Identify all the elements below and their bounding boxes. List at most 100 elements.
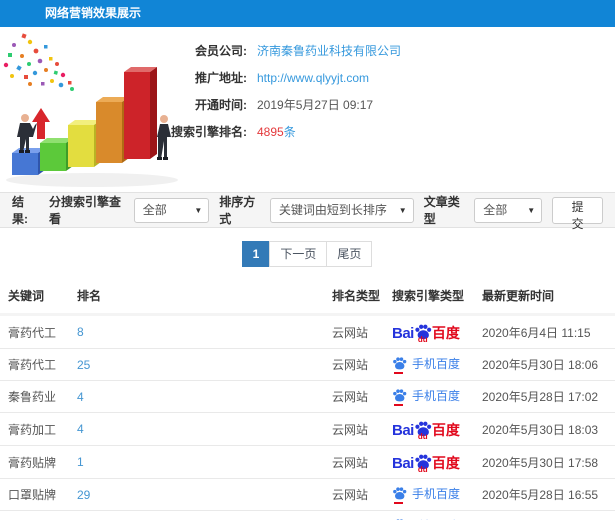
header-rank: 排名 bbox=[77, 279, 332, 316]
update-time-cell: 2020年5月28日 17:02 bbox=[482, 380, 615, 413]
rank-link[interactable]: 29 bbox=[77, 478, 332, 511]
engine-type-cell: Bai du 百度 bbox=[392, 314, 482, 349]
rank-unit-link[interactable]: 条 bbox=[284, 125, 296, 139]
page-title: 网络营销效果展示 bbox=[45, 6, 142, 20]
update-time-cell: 2020年5月30日 18:03 bbox=[482, 412, 615, 446]
table-row: 膏药代工 8 云网站 Bai du 百度 2020年6月4日 11:15 bbox=[0, 314, 615, 349]
member-info: 会员公司: 济南秦鲁药业科技有限公司 推广地址: http://www.qlyy… bbox=[157, 38, 401, 146]
open-time-value: 2019年5月27日 09:17 bbox=[257, 98, 374, 112]
result-label: 结果: bbox=[12, 195, 28, 226]
rank-link[interactable]: 25 bbox=[77, 348, 332, 381]
chevron-down-icon: ▼ bbox=[398, 205, 407, 215]
header-engine-type: 搜索引擎类型 bbox=[392, 279, 482, 316]
rank-link[interactable]: 1 bbox=[77, 445, 332, 479]
up-arrow bbox=[32, 108, 50, 139]
rank-type-cell: 云网站 bbox=[332, 445, 392, 479]
chevron-down-icon: ▼ bbox=[194, 205, 203, 215]
engine-type-cell: 手机百度 bbox=[392, 510, 482, 520]
page-header: 网络营销效果展示 bbox=[0, 0, 615, 27]
keyword-cell: 膏药代工 bbox=[0, 314, 77, 349]
table-row: 秦鲁药业 4 云网站 手机百度 2020年5月28日 17:02 bbox=[0, 380, 615, 413]
update-time-cell: 2020年5月28日 16:55 bbox=[482, 478, 615, 511]
rank-link[interactable]: 4 bbox=[77, 412, 332, 446]
rank-type-cell: 云网站 bbox=[332, 380, 392, 413]
keyword-cell: 膏药加工 bbox=[0, 412, 77, 446]
rank-link[interactable]: 17,25 bbox=[77, 510, 332, 520]
page-current[interactable]: 1 bbox=[241, 241, 271, 267]
keyword-cell: 秦鲁药业 bbox=[0, 380, 77, 413]
rank-type-cell: 云网站 bbox=[332, 348, 392, 381]
bar-chart-illustration bbox=[3, 33, 178, 187]
engine-rank-row: 搜索引擎排名: 4895条 bbox=[157, 119, 401, 146]
mobile-baidu-underline bbox=[394, 404, 403, 406]
baidu-logo-cn: 百度 bbox=[431, 325, 460, 341]
header-update-time: 最新更新时间 bbox=[482, 279, 615, 316]
update-time-cell: 2020年5月30日 17:58 bbox=[482, 445, 615, 479]
sort-selected: 关键词由短到长排序 bbox=[278, 202, 387, 217]
baidu-logo-bai: Bai bbox=[392, 454, 414, 472]
company-link[interactable]: 济南秦鲁药业科技有限公司 bbox=[257, 38, 401, 65]
sort-label: 排序方式 bbox=[219, 195, 256, 226]
rank-type-cell: 云网站 bbox=[332, 510, 392, 520]
bar-red bbox=[124, 67, 157, 159]
engine-view-select[interactable]: 全部 ▼ bbox=[133, 197, 210, 223]
header-keyword: 关键词 bbox=[0, 279, 77, 316]
rank-type-cell: 云网站 bbox=[332, 412, 392, 446]
baidu-logo-cn: 百度 bbox=[431, 422, 460, 438]
engine-type-cell: Bai du 百度 bbox=[392, 412, 482, 446]
baidu-paw-icon bbox=[393, 357, 407, 370]
keyword-cell: 膏药贴牌 bbox=[0, 445, 77, 479]
pagination: 1 下一页 尾页 bbox=[0, 228, 615, 279]
engine-type-cell: 手机百度 bbox=[392, 380, 482, 413]
baidu-paw-icon bbox=[393, 487, 407, 500]
sort-select[interactable]: 关键词由短到长排序 ▼ bbox=[269, 197, 414, 223]
rank-link[interactable]: 4 bbox=[77, 380, 332, 413]
baidu-logo-bai: Bai bbox=[392, 324, 414, 342]
chevron-down-icon: ▼ bbox=[527, 205, 536, 215]
page-next[interactable]: 下一页 bbox=[269, 241, 328, 267]
mobile-baidu-label: 手机百度 bbox=[412, 357, 461, 371]
confetti-dots bbox=[3, 33, 74, 91]
table-row: 膏药加工 4 云网站 Bai du 百度 2020年5月30日 18:03 bbox=[0, 412, 615, 446]
engine-type-cell: Bai du 百度 bbox=[392, 445, 482, 479]
filter-controls: 分搜索引擎查看 全部 ▼ 排序方式 关键词由短到长排序 ▼ 文章类型 全部 ▼ … bbox=[39, 193, 603, 231]
table-header-row: 关键词 排名 排名类型 搜索引擎类型 最新更新时间 bbox=[0, 279, 615, 316]
engine-type-cell: 手机百度 bbox=[392, 478, 482, 511]
baidu-logo-du: du bbox=[417, 432, 428, 441]
open-time-label: 开通时间: bbox=[195, 98, 247, 112]
table-row: 金华防护服17,25云网站 手机百度2020年6月20日 09:25 bbox=[0, 510, 615, 520]
table-row: 口罩贴牌 29 云网站 手机百度 2020年5月28日 16:55 bbox=[0, 478, 615, 511]
rank-link[interactable]: 8 bbox=[77, 314, 332, 349]
mobile-baidu-label: 手机百度 bbox=[412, 487, 461, 501]
article-type-selected: 全部 bbox=[483, 202, 508, 217]
engine-type-cell: 手机百度 bbox=[392, 348, 482, 381]
page-last[interactable]: 尾页 bbox=[326, 241, 373, 267]
rank-type-cell: 云网站 bbox=[332, 478, 392, 511]
update-time-cell: 2020年6月20日 09:25 bbox=[482, 510, 615, 520]
table-row: 膏药贴牌 1 云网站 Bai du 百度 2020年5月30日 17:58 bbox=[0, 445, 615, 479]
info-section: 会员公司: 济南秦鲁药业科技有限公司 推广地址: http://www.qlyy… bbox=[0, 27, 615, 192]
results-table: 关键词 排名 排名类型 搜索引擎类型 最新更新时间 膏药代工 8 云网站 Bai du… bbox=[0, 279, 615, 520]
baidu-logo-bai: Bai bbox=[392, 421, 414, 439]
promo-url-link[interactable]: http://www.qlyyjt.com bbox=[257, 65, 369, 92]
baidu-logo-du: du bbox=[417, 335, 428, 344]
keyword-cell: 金华防护服 bbox=[0, 510, 77, 520]
mobile-baidu-underline bbox=[394, 372, 403, 374]
mobile-baidu-label: 手机百度 bbox=[412, 389, 461, 403]
submit-button[interactable]: 提交 bbox=[552, 196, 603, 231]
rank-type-cell: 云网站 bbox=[332, 314, 392, 349]
header-rank-type: 排名类型 bbox=[332, 279, 392, 316]
mobile-baidu-logo: 手机百度 bbox=[392, 355, 461, 374]
baidu-logo: Bai du 百度 bbox=[392, 453, 460, 475]
keyword-cell: 口罩贴牌 bbox=[0, 478, 77, 511]
engine-rank-value: 4895条 bbox=[257, 119, 296, 146]
filter-bar: 结果: 分搜索引擎查看 全部 ▼ 排序方式 关键词由短到长排序 ▼ 文章类型 全… bbox=[0, 192, 615, 231]
company-label: 会员公司: bbox=[195, 44, 247, 58]
baidu-logo-du: du bbox=[417, 465, 428, 474]
article-type-select[interactable]: 全部 ▼ bbox=[474, 197, 543, 223]
company-row: 会员公司: 济南秦鲁药业科技有限公司 bbox=[157, 38, 401, 65]
mobile-baidu-logo: 手机百度 bbox=[392, 485, 461, 504]
baidu-logo: Bai du 百度 bbox=[392, 420, 460, 442]
table-body: 膏药代工 8 云网站 Bai du 百度 2020年6月4日 11:15 膏药代工 25 云网站… bbox=[0, 314, 615, 520]
engine-view-selected: 全部 bbox=[142, 202, 167, 217]
